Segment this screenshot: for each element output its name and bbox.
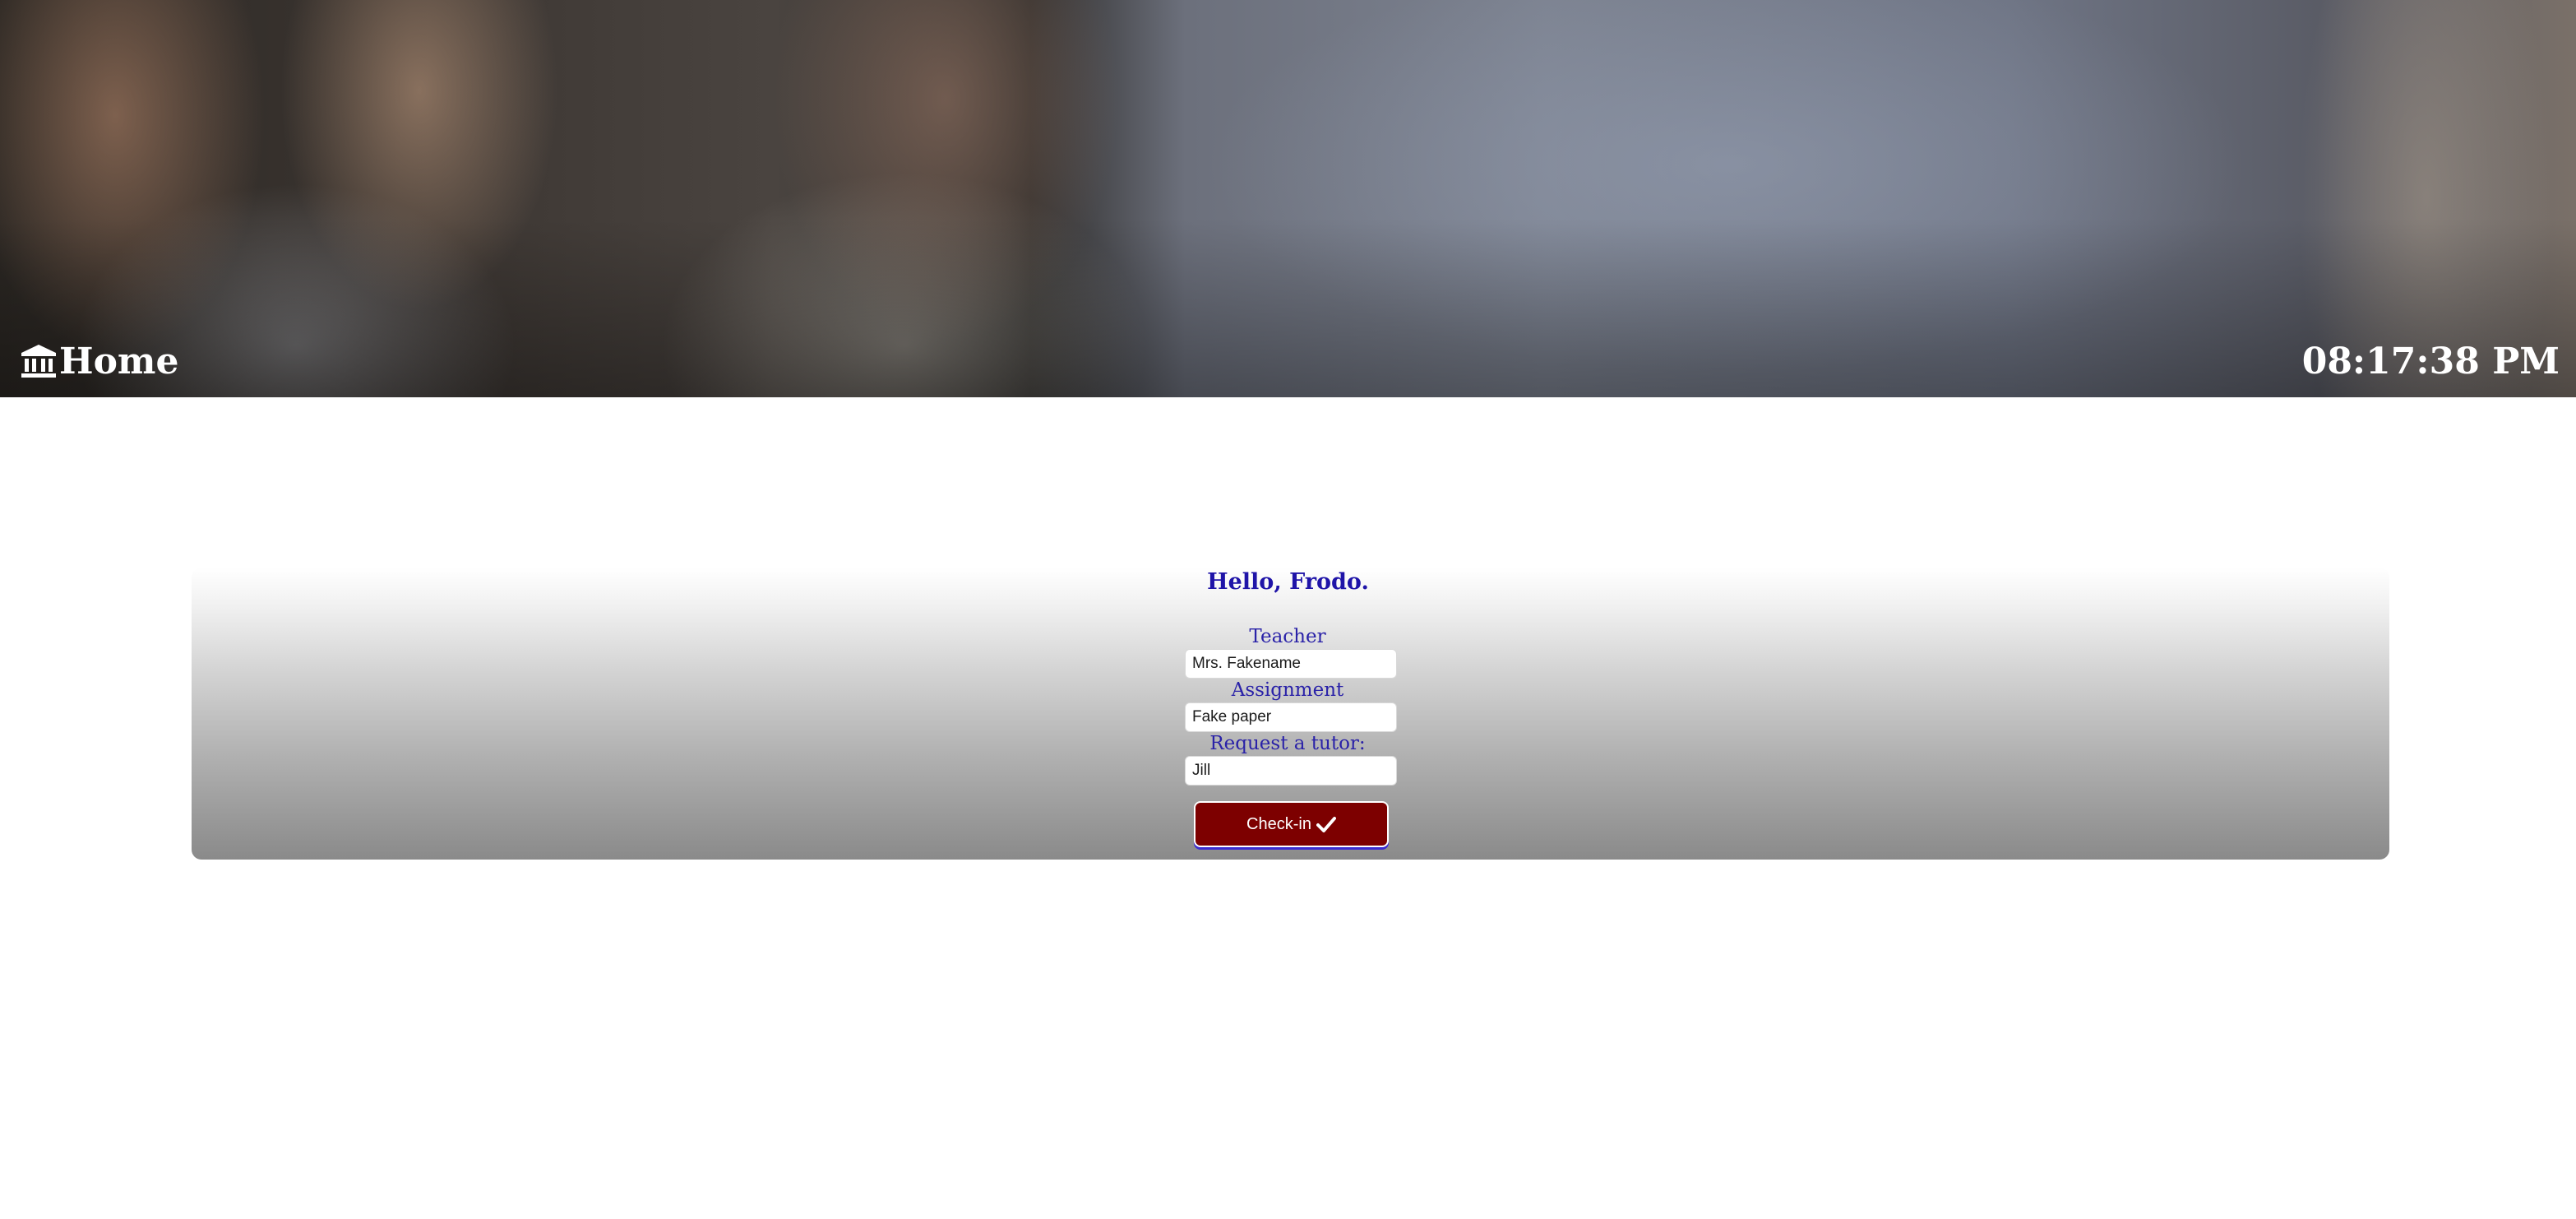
checkin-button-label: Check-in (1246, 814, 1311, 833)
hero-overlay (0, 0, 2576, 397)
home-link-label: Home (59, 340, 179, 382)
assignment-input[interactable] (1185, 702, 1397, 732)
clock-display: 08:17:38 PM (2301, 340, 2560, 382)
greeting-heading: Hello, Frodo. (1207, 569, 1369, 595)
home-link[interactable]: Home (20, 332, 178, 390)
tutor-label: Request a tutor: (1209, 733, 1366, 754)
teacher-input[interactable] (1185, 649, 1397, 679)
tutor-input[interactable] (1185, 756, 1397, 786)
institution-icon (20, 343, 59, 379)
teacher-label: Teacher (1249, 626, 1326, 647)
hero-banner: Home 08:17:38 PM (0, 0, 2576, 397)
assignment-label: Assignment (1231, 679, 1344, 701)
check-icon (1311, 816, 1336, 832)
checkin-button[interactable]: Check-in (1194, 801, 1389, 847)
